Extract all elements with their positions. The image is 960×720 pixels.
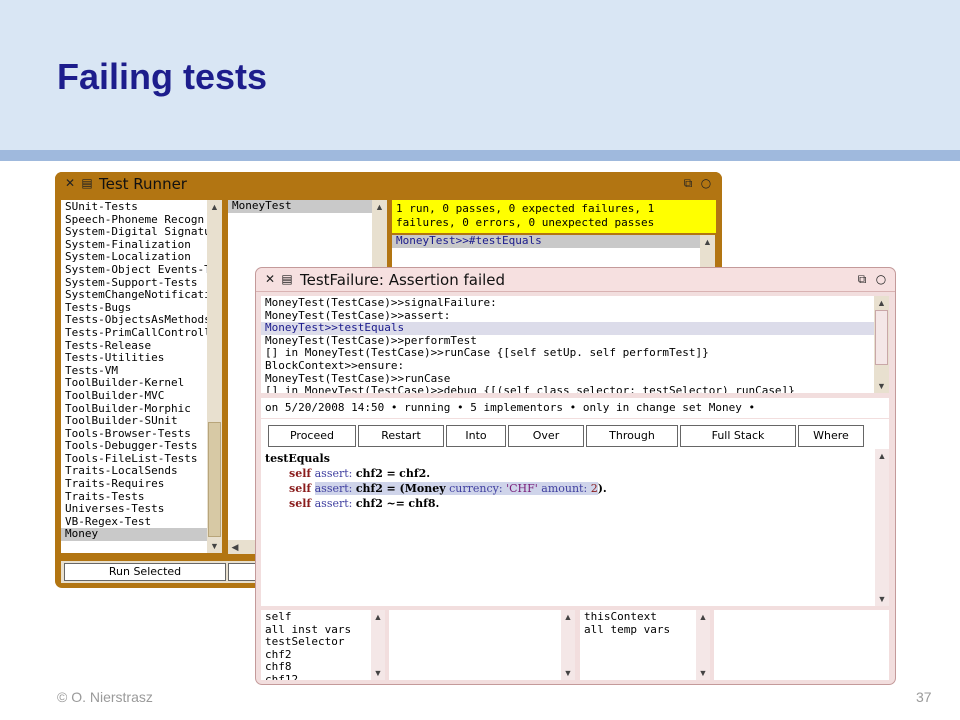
list-item[interactable]: Tools-Debugger-Tests (61, 440, 207, 453)
over-button[interactable]: Over (508, 425, 584, 447)
code-line-2: self assert: chf2 = (Money currency: 'CH… (289, 482, 607, 495)
scroll-up-arrow-icon[interactable]: ▲ (696, 610, 710, 624)
context-value-pane[interactable] (714, 610, 889, 680)
scroll-up-arrow-icon[interactable]: ▲ (561, 610, 575, 624)
stack-frame[interactable]: BlockContext>>ensure: (261, 359, 874, 373)
collapse-icon[interactable]: ⧉ (682, 177, 694, 189)
list-item[interactable]: SUnit-Tests (61, 200, 207, 214)
stack-scrollbar[interactable]: ▲ ▼ (874, 296, 889, 393)
list-item[interactable]: MoneyTest (228, 200, 386, 213)
close-icon[interactable]: ✕ (64, 177, 76, 189)
list-item[interactable]: SystemChangeNotificatio (61, 289, 207, 302)
code-scrollbar[interactable]: ▲ ▼ (875, 449, 889, 606)
code-pane[interactable]: testEquals self assert: chf2 = chf2. sel… (261, 449, 875, 606)
list-item[interactable]: Universes-Tests (61, 503, 207, 516)
receiver-scrollbar[interactable]: ▲ ▼ (371, 610, 385, 680)
code-line-1: self assert: chf2 = chf2. (289, 467, 431, 480)
list-item[interactable]: Tests-PrimCallController (61, 326, 207, 340)
full-stack-button[interactable]: Full Stack (680, 425, 796, 447)
scroll-up-arrow-icon[interactable]: ▲ (700, 235, 715, 249)
list-item[interactable]: ToolBuilder-MVC (61, 389, 207, 403)
inspector-field[interactable]: thisContext (580, 610, 696, 624)
stack-frame[interactable]: MoneyTest>>testEquals (261, 322, 874, 335)
restart-button[interactable]: Restart (358, 425, 444, 447)
run-selected-button[interactable]: Run Selected (64, 563, 226, 581)
list-item[interactable]: MoneyTest>>#testEquals (392, 235, 700, 248)
window-menu-icon[interactable]: ▤ (81, 177, 93, 189)
close-icon[interactable]: ✕ (264, 273, 276, 285)
stack-frame[interactable]: [] in MoneyTest(TestCase)>>debug {[(self… (261, 385, 874, 393)
scroll-up-arrow-icon[interactable]: ▲ (875, 449, 889, 463)
inspector-field[interactable]: self (261, 610, 371, 624)
window-title: TestFailure: Assertion failed (300, 271, 506, 289)
list-item[interactable]: Tests-Utilities (61, 352, 207, 365)
results-summary: 1 run, 0 passes, 0 expected failures, 1 … (392, 200, 716, 233)
proceed-button[interactable]: Proceed (268, 425, 356, 447)
slide-title: Failing tests (57, 56, 268, 97)
scroll-up-arrow-icon[interactable]: ▲ (874, 296, 889, 310)
inspector-field[interactable]: chf12 (261, 673, 371, 680)
debugger-button-row: Proceed Restart Into Over Through Full Stack W… (261, 419, 889, 449)
list-item[interactable]: Traits-Requires (61, 477, 207, 491)
inspector-field[interactable]: all temp vars (580, 623, 696, 637)
method-name: testEquals (265, 452, 330, 465)
scroll-down-arrow-icon[interactable]: ▼ (207, 539, 222, 553)
page-number: 37 (916, 689, 932, 705)
test-runner-titlebar[interactable]: ✕ ▤ Test Runner ⧉ ○ (55, 172, 722, 196)
collapse-icon[interactable]: ⧉ (856, 273, 868, 285)
test-failure-window: ✕ ▤ TestFailure: Assertion failed ⧉ ○ Mo… (255, 267, 896, 685)
scroll-down-arrow-icon[interactable]: ▼ (874, 379, 889, 393)
scroll-up-arrow-icon[interactable]: ▲ (371, 610, 385, 624)
scroll-left-arrow-icon[interactable]: ◀ (228, 540, 242, 554)
receiver-field-list[interactable]: self all inst vars testSelector chf2 chf8 chf… (261, 610, 371, 680)
category-scrollbar[interactable]: ▲ ▼ (207, 200, 222, 553)
scroll-down-arrow-icon[interactable]: ▼ (875, 592, 889, 606)
footer-copyright: © O. Nierstrasz (57, 689, 153, 705)
list-item[interactable]: Money (61, 528, 207, 542)
test-failure-titlebar[interactable]: ✕ ▤ TestFailure: Assertion failed ⧉ ○ (256, 268, 895, 292)
list-item[interactable]: System-Digital Signatur (61, 226, 207, 239)
context-field-list[interactable]: thisContext all temp vars (580, 610, 696, 680)
receiver-value-pane[interactable] (389, 610, 575, 680)
list-item[interactable]: ToolBuilder-SUnit (61, 414, 207, 428)
window-menu-icon[interactable]: ▤ (281, 273, 293, 285)
slide-divider (0, 150, 960, 161)
window-title: Test Runner (99, 175, 187, 193)
receiver-value-scrollbar[interactable]: ▲ ▼ (561, 610, 575, 680)
category-list[interactable]: SUnit-Tests Speech-Phoneme Recogn System-D… (61, 200, 207, 553)
annotation-bar: on 5/20/2008 14:50 • running • 5 impleme… (261, 398, 889, 418)
context-scrollbar[interactable]: ▲ ▼ (696, 610, 710, 680)
scroll-down-arrow-icon[interactable]: ▼ (561, 666, 575, 680)
scroll-thumb[interactable] (875, 310, 888, 365)
inspector-field[interactable]: testSelector (261, 636, 371, 649)
into-button[interactable]: Into (446, 425, 506, 447)
stack-list[interactable]: MoneyTest(TestCase)>>signalFailure: Money… (261, 296, 874, 393)
stack-frame[interactable]: MoneyTest(TestCase)>>signalFailure: (261, 296, 874, 310)
scroll-down-arrow-icon[interactable]: ▼ (696, 666, 710, 680)
code-line-3: self assert: chf2 ~= chf8. (289, 497, 440, 510)
expand-icon[interactable]: ○ (700, 177, 712, 189)
scroll-thumb[interactable] (208, 422, 221, 537)
scroll-down-arrow-icon[interactable]: ▼ (371, 666, 385, 680)
scroll-up-arrow-icon[interactable]: ▲ (207, 200, 222, 214)
through-button[interactable]: Through (586, 425, 678, 447)
list-item[interactable]: System-Object Events-Te (61, 263, 207, 277)
expand-icon[interactable]: ○ (875, 273, 887, 285)
where-button[interactable]: Where (798, 425, 864, 447)
scroll-up-arrow-icon[interactable]: ▲ (372, 200, 387, 214)
